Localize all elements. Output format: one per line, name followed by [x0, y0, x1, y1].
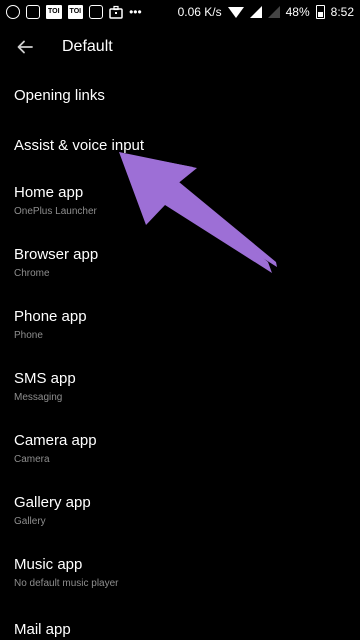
gallery-icon [89, 5, 104, 19]
list-item-home-app[interactable]: Home app OnePlus Launcher [0, 170, 360, 232]
page-title: Default [62, 38, 113, 55]
status-bar-system: 0.06 K/s 48% 8:52 [178, 5, 354, 19]
item-title: Assist & voice input [14, 136, 145, 154]
battery-icon [315, 5, 325, 19]
whatsapp-icon [6, 5, 20, 19]
toi-icon: TOI [67, 5, 84, 19]
signal-icon [249, 6, 262, 18]
overflow-dots: ••• [129, 5, 142, 19]
list-item-sms-app[interactable]: SMS app Messaging [0, 356, 360, 418]
item-subtitle: Messaging [14, 392, 63, 403]
item-title: SMS app [14, 370, 76, 387]
list-item-phone-app[interactable]: Phone app Phone [0, 294, 360, 356]
item-title: Phone app [14, 308, 87, 325]
item-title: Opening links [14, 86, 105, 104]
item-title: Home app [14, 184, 84, 201]
list-item-camera-app[interactable]: Camera app Camera [0, 418, 360, 480]
item-subtitle: Camera [14, 454, 50, 465]
status-bar-notifications: TOI TOI ••• [6, 5, 142, 19]
toi-icon: TOI [46, 5, 62, 19]
signal-icon [267, 6, 280, 18]
briefcase-icon [109, 5, 123, 19]
item-subtitle: Phone [14, 330, 43, 341]
back-button[interactable] [0, 24, 50, 70]
item-title: Camera app [14, 432, 97, 449]
item-title: Music app [14, 556, 83, 573]
item-title: Mail app [14, 620, 71, 638]
arrow-back-icon [17, 40, 33, 54]
wifi-icon [227, 6, 244, 18]
item-subtitle: No default music player [14, 578, 119, 589]
settings-list: Opening links Assist & voice input Home … [0, 70, 360, 640]
list-item-browser-app[interactable]: Browser app Chrome [0, 232, 360, 294]
clock: 8:52 [330, 5, 354, 19]
list-item-music-app[interactable]: Music app No default music player [0, 542, 360, 604]
network-speed: 0.06 K/s [177, 5, 222, 19]
list-item-mail-app[interactable]: Mail app [0, 604, 360, 640]
list-item-opening-links[interactable]: Opening links [0, 70, 360, 120]
status-bar: TOI TOI ••• 0.06 K/s 48% 8:52 [0, 0, 360, 24]
app-bar: Default [0, 24, 360, 70]
list-item-assist-voice-input[interactable]: Assist & voice input [0, 120, 360, 170]
item-title: Browser app [14, 246, 99, 263]
item-subtitle: Chrome [14, 268, 50, 279]
list-item-gallery-app[interactable]: Gallery app Gallery [0, 480, 360, 542]
instagram-icon [26, 5, 40, 19]
battery-percent: 48% [285, 5, 310, 19]
item-subtitle: Gallery [14, 516, 46, 527]
screen: TOI TOI ••• 0.06 K/s 48% 8:52 Default Op… [0, 0, 360, 640]
item-subtitle: OnePlus Launcher [14, 206, 97, 217]
item-title: Gallery app [14, 494, 91, 511]
